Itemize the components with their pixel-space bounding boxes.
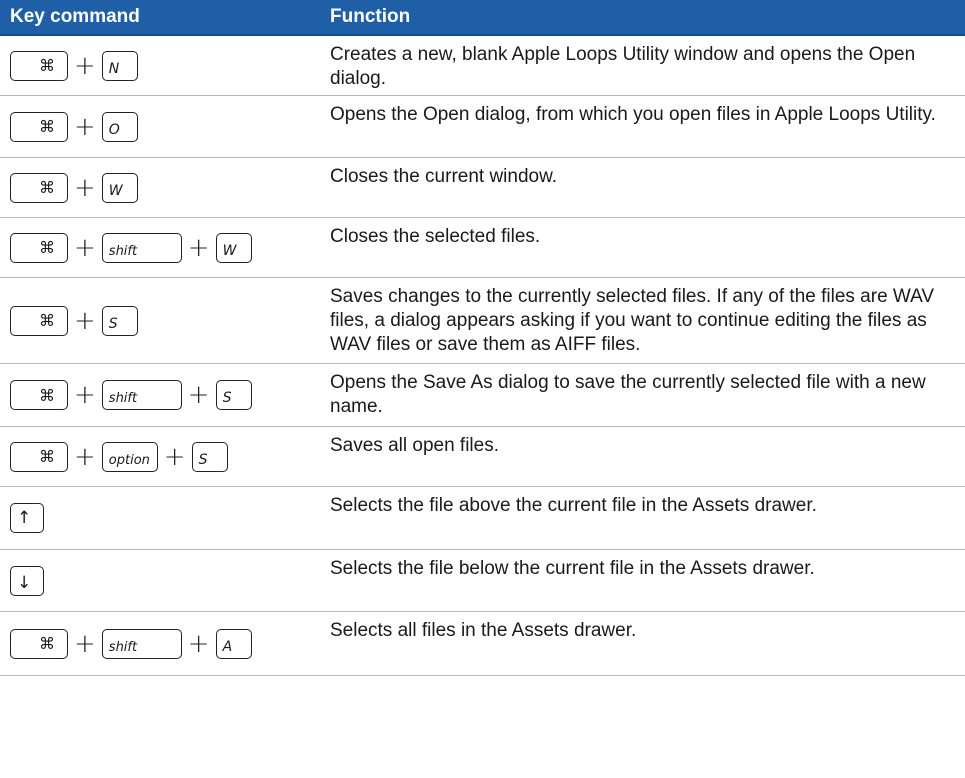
command-icon: ⌘ <box>39 178 55 197</box>
a-key: A <box>215 628 252 659</box>
function-description: Opens the Save As dialog to save the cur… <box>330 372 926 417</box>
down-arrow-key: ↓ <box>10 565 44 596</box>
command-key: ⌘ <box>10 305 68 336</box>
table-row: ⌘ + option + S Saves all open files. <box>0 427 965 487</box>
plus-sign: + <box>163 441 186 472</box>
key-combo-cell: ⌘ + shift + W <box>0 218 330 277</box>
arrow-down-icon: ↓ <box>17 572 32 593</box>
plus-sign: + <box>74 305 96 336</box>
function-description: Closes the current window. <box>330 166 558 187</box>
command-icon: ⌘ <box>39 117 55 136</box>
plus-sign: + <box>74 111 96 142</box>
function-description: Creates a new, blank Apple Loops Utility… <box>330 44 916 89</box>
command-icon: ⌘ <box>39 311 55 330</box>
function-description: Opens the Open dialog, from which you op… <box>330 104 936 125</box>
column-header-function: Function <box>330 6 411 27</box>
command-key: ⌘ <box>10 441 68 472</box>
arrow-up-icon: ↑ <box>17 508 32 528</box>
plus-sign: + <box>74 172 96 203</box>
command-icon: ⌘ <box>39 238 55 257</box>
option-key: option <box>101 441 158 472</box>
table-row: ⌘ + O Opens the Open dialog, from which … <box>0 96 965 158</box>
function-description: Saves all open files. <box>330 435 499 456</box>
table-row: ⌘ + shift + A Selects all files in the A… <box>0 612 965 676</box>
key-combo-cell: ⌘ + N <box>0 36 330 95</box>
plus-sign: + <box>74 50 96 81</box>
key-command-table: Key command Function ⌘ + N Creates a new… <box>0 0 965 676</box>
s-key: S <box>215 380 252 410</box>
shift-key: shift <box>101 232 182 263</box>
plus-sign: + <box>74 232 96 263</box>
command-key: ⌘ <box>10 172 68 203</box>
key-combo-cell: ⌘ + option + S <box>0 427 330 486</box>
key-combo-cell: ↓ <box>0 550 330 611</box>
table-row: ⌘ + shift + S Opens the Save As dialog t… <box>0 364 965 427</box>
key-combo-cell: ⌘ + O <box>0 96 330 157</box>
function-description: Selects the file below the current file … <box>330 558 815 579</box>
command-key: ⌘ <box>10 232 68 263</box>
key-combo-cell: ↑ <box>0 487 330 549</box>
key-combo-cell: ⌘ + S <box>0 278 330 363</box>
function-description: Closes the selected files. <box>330 226 541 247</box>
function-description: Selects all files in the Assets drawer. <box>330 620 637 641</box>
command-icon: ⌘ <box>39 385 55 405</box>
plus-sign: + <box>187 628 210 659</box>
plus-sign: + <box>74 628 96 659</box>
table-row: ⌘ + W Closes the current window. <box>0 158 965 218</box>
plus-sign: + <box>74 441 96 472</box>
command-key: ⌘ <box>10 380 68 410</box>
function-description: Selects the file above the current file … <box>330 495 817 516</box>
o-key: O <box>101 111 138 142</box>
command-key: ⌘ <box>10 111 68 142</box>
key-combo-cell: ⌘ + W <box>0 158 330 217</box>
s-key: S <box>101 305 138 336</box>
command-icon: ⌘ <box>39 447 55 466</box>
function-description: Saves changes to the currently selected … <box>330 286 935 355</box>
shift-key: shift <box>101 380 182 410</box>
command-icon: ⌘ <box>39 634 55 653</box>
column-header-key-command: Key command <box>10 6 140 27</box>
shift-key: shift <box>101 628 182 659</box>
table-header: Key command Function <box>0 0 965 36</box>
table-row: ⌘ + N Creates a new, blank Apple Loops U… <box>0 36 965 96</box>
key-combo-cell: ⌘ + shift + S <box>0 364 330 426</box>
w-key: W <box>215 232 252 263</box>
w-key: W <box>101 172 138 203</box>
plus-sign: + <box>187 232 210 263</box>
command-icon: ⌘ <box>39 56 55 75</box>
table-row: ⌘ + shift + W Closes the selected files. <box>0 218 965 278</box>
table-row: ⌘ + S Saves changes to the currently sel… <box>0 278 965 364</box>
plus-sign: + <box>74 380 96 410</box>
s-key: S <box>191 441 228 472</box>
n-key: N <box>101 50 138 81</box>
table-row: ↓ Selects the file below the current fil… <box>0 550 965 612</box>
command-key: ⌘ <box>10 628 68 659</box>
key-combo-cell: ⌘ + shift + A <box>0 612 330 675</box>
table-row: ↑ Selects the file above the current fil… <box>0 487 965 550</box>
command-key: ⌘ <box>10 50 68 81</box>
up-arrow-key: ↑ <box>10 503 44 533</box>
plus-sign: + <box>187 380 210 410</box>
